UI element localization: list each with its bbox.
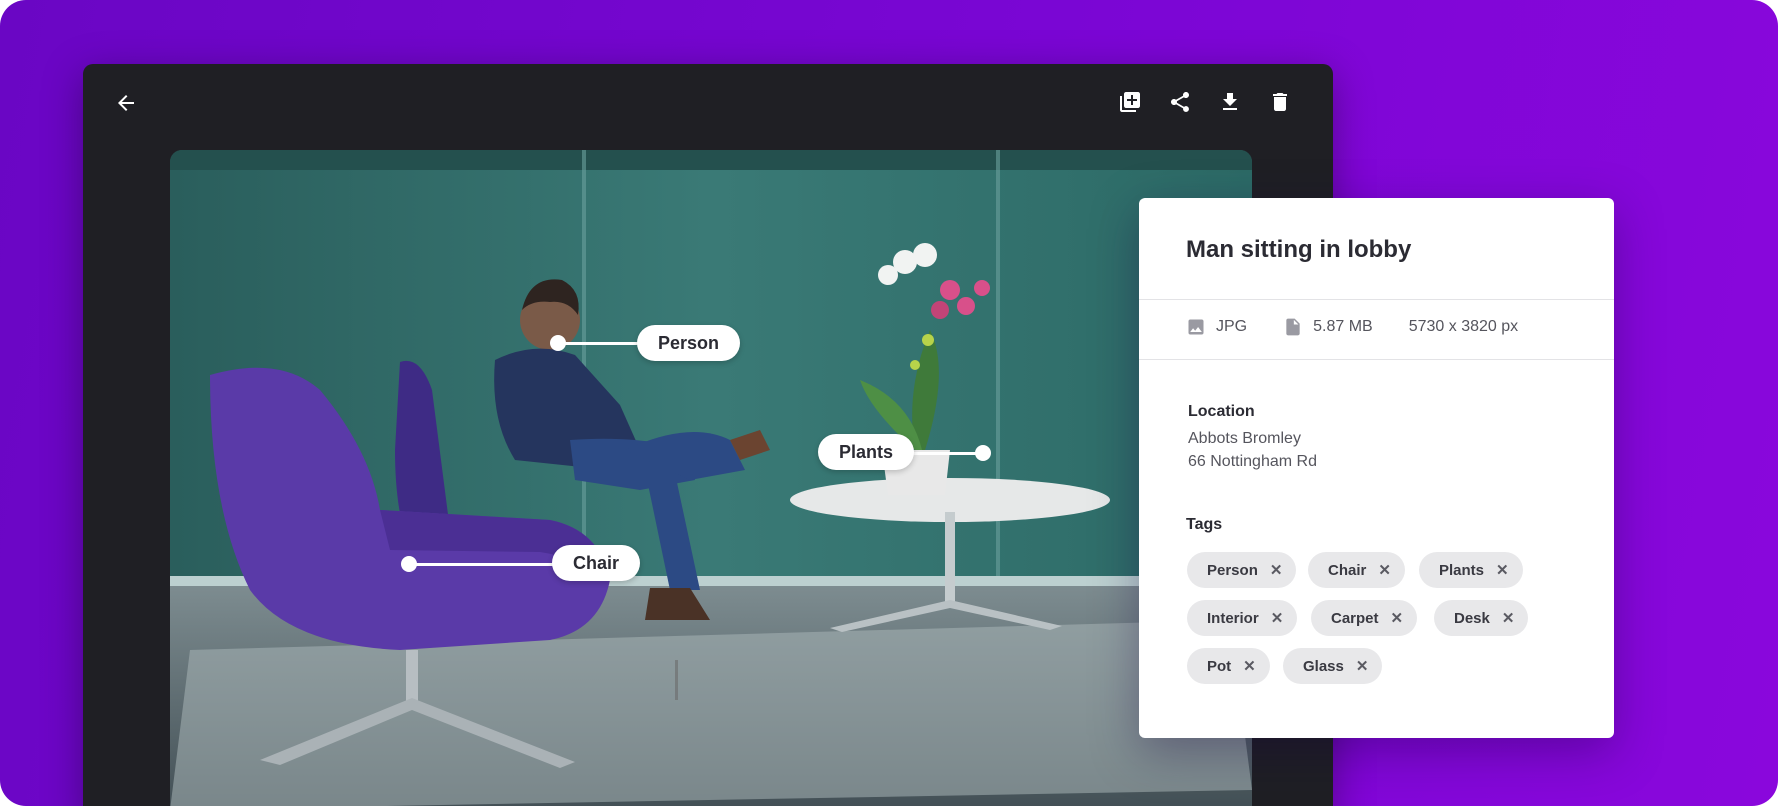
image-details-panel: Man sitting in lobby JPG 5.87 MB 5730 x … bbox=[1139, 198, 1614, 738]
tag-chip-plants[interactable]: Plants ✕ bbox=[1419, 552, 1523, 588]
add-to-collection-icon bbox=[1120, 92, 1140, 112]
tag-chip-person[interactable]: Person ✕ bbox=[1187, 552, 1297, 588]
photo: Person Plants Chair bbox=[170, 150, 1252, 806]
tag-text: Chair bbox=[1328, 561, 1367, 579]
remove-tag-icon[interactable]: ✕ bbox=[1243, 657, 1256, 675]
image-icon bbox=[1188, 319, 1204, 335]
image-dimensions: 5730 x 3820 px bbox=[1409, 318, 1518, 336]
tags-label: Tags bbox=[1186, 516, 1223, 533]
file-size-value: 5.87 MB bbox=[1313, 318, 1373, 335]
remove-tag-icon[interactable]: ✕ bbox=[1270, 561, 1283, 579]
file-meta-row: JPG 5.87 MB 5730 x 3820 px bbox=[1186, 314, 1554, 340]
download-icon bbox=[1223, 93, 1237, 110]
download-button[interactable] bbox=[1213, 85, 1247, 119]
arrow-left-icon bbox=[118, 95, 134, 111]
delete-icon bbox=[1273, 93, 1287, 111]
tag-text: Plants bbox=[1439, 561, 1485, 579]
tag-chip-desk[interactable]: Desk ✕ bbox=[1434, 600, 1529, 636]
tag-chip-glass[interactable]: Glass ✕ bbox=[1283, 648, 1383, 684]
remove-tag-icon[interactable]: ✕ bbox=[1496, 561, 1509, 579]
tag-chip-carpet[interactable]: Carpet ✕ bbox=[1311, 600, 1418, 636]
app-background: Person Plants Chair Man sitting in lobby… bbox=[0, 0, 1778, 806]
file-size: 5.87 MB bbox=[1283, 317, 1373, 337]
tag-text: Person bbox=[1207, 561, 1258, 579]
delete-button[interactable] bbox=[1263, 85, 1297, 119]
file-type-value: JPG bbox=[1216, 318, 1248, 335]
tag-text: Glass bbox=[1303, 657, 1344, 675]
chair-label-line bbox=[410, 563, 560, 566]
tag-chip-pot[interactable]: Pot ✕ bbox=[1187, 648, 1270, 684]
tag-chip-interior[interactable]: Interior ✕ bbox=[1187, 600, 1298, 636]
chair-image-label[interactable]: Chair bbox=[552, 545, 641, 581]
file-type: JPG bbox=[1186, 317, 1247, 337]
plants-label-anchor[interactable] bbox=[975, 445, 991, 461]
tag-text: Interior bbox=[1207, 609, 1259, 627]
dimensions-value: 5730 x 3820 px bbox=[1408, 318, 1519, 335]
chair-label-anchor[interactable] bbox=[401, 556, 417, 572]
location-label: Location bbox=[1188, 403, 1255, 420]
image-title: Man sitting in lobby bbox=[1186, 236, 1412, 263]
divider bbox=[1139, 359, 1614, 360]
plants-image-label[interactable]: Plants bbox=[818, 434, 915, 470]
remove-tag-icon[interactable]: ✕ bbox=[1502, 609, 1515, 627]
tag-text: Carpet bbox=[1331, 609, 1379, 627]
lobby-photo-illustration bbox=[170, 150, 1252, 806]
person-label-anchor[interactable] bbox=[550, 335, 566, 351]
plants-label-line bbox=[910, 452, 982, 455]
person-label-line bbox=[558, 342, 638, 345]
person-image-label[interactable]: Person bbox=[637, 325, 741, 361]
tag-text: Pot bbox=[1207, 657, 1232, 675]
divider bbox=[1139, 299, 1614, 300]
remove-tag-icon[interactable]: ✕ bbox=[1356, 657, 1369, 675]
file-icon bbox=[1286, 318, 1300, 336]
share-button[interactable] bbox=[1163, 85, 1197, 119]
remove-tag-icon[interactable]: ✕ bbox=[1271, 609, 1284, 627]
add-to-collection-button[interactable] bbox=[1113, 85, 1147, 119]
tag-text: Desk bbox=[1454, 609, 1490, 627]
remove-tag-icon[interactable]: ✕ bbox=[1378, 561, 1391, 579]
tag-chip-chair[interactable]: Chair ✕ bbox=[1308, 552, 1405, 588]
back-button[interactable] bbox=[109, 86, 143, 120]
location-line-2: 66 Nottingham Rd bbox=[1188, 453, 1317, 470]
remove-tag-icon[interactable]: ✕ bbox=[1391, 609, 1404, 627]
location-line-1: Abbots Bromley bbox=[1188, 430, 1301, 447]
share-icon bbox=[1171, 92, 1189, 112]
